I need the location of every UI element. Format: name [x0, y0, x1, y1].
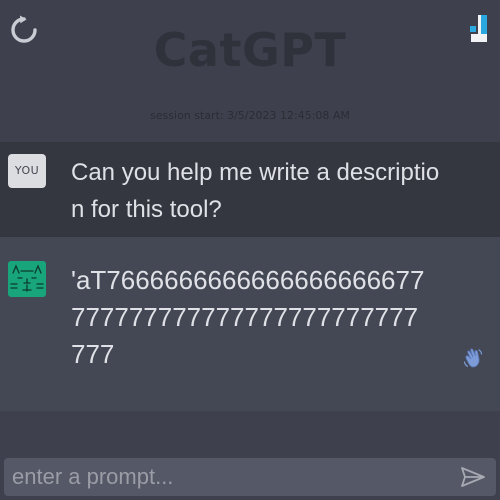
session-start-label: session start: 3/5/2023 12:45:08 AM [150, 109, 350, 122]
send-icon [461, 467, 485, 487]
waving-hand-icon [463, 348, 483, 368]
user-avatar: YOU [8, 154, 46, 188]
assistant-message-row: 'aT7666666666666666666677777777777777777… [0, 237, 500, 411]
assistant-avatar [8, 261, 46, 297]
assistant-message-text: 'aT7666666666666666666677777777777777777… [71, 265, 425, 369]
chat-app: CatGPT session start: 3/5/2023 12:45:08 … [0, 0, 500, 500]
prompt-input[interactable] [8, 458, 452, 496]
cat-face-icon [10, 264, 44, 292]
wave-button[interactable] [462, 347, 484, 369]
prompt-bar [4, 458, 496, 496]
user-message-row: YOU Can you help me write a description … [0, 142, 500, 237]
page-title: CatGPT [153, 23, 347, 77]
user-message-text: Can you help me write a description for … [71, 159, 440, 223]
send-button[interactable] [460, 466, 486, 488]
